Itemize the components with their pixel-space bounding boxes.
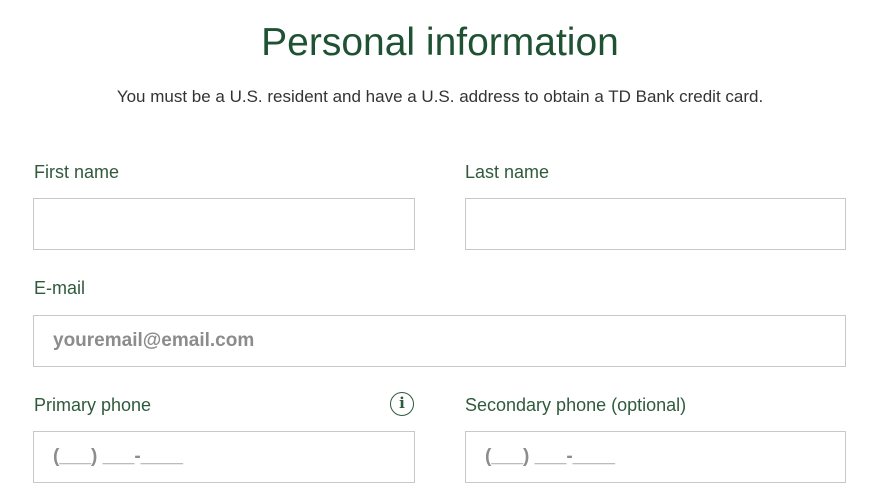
primary-phone-field[interactable] [33,431,415,483]
secondary-phone-label: Secondary phone (optional) [465,395,687,415]
page-title: Personal information [261,21,619,64]
primary-phone-label: Primary phone [34,395,152,415]
email-label: E-mail [34,278,86,298]
last-name-label: Last name [465,162,550,182]
email-field[interactable] [33,315,846,367]
last-name-field[interactable] [465,198,846,250]
info-icon[interactable]: i [390,392,414,416]
personal-information-page: Personal information You must be a U.S. … [0,0,885,503]
first-name-field[interactable] [33,198,415,250]
secondary-phone-field[interactable] [465,431,846,483]
page-subtitle: You must be a U.S. resident and have a U… [116,87,764,106]
first-name-label: First name [34,162,120,182]
